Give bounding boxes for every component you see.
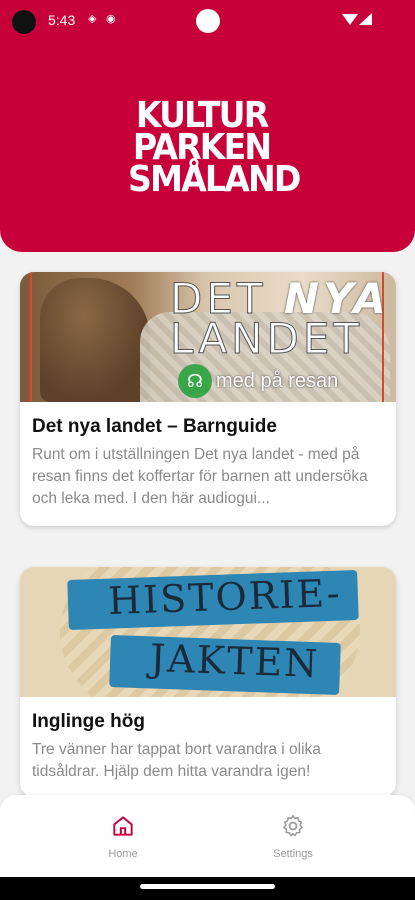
card-title: Inglinge hög (32, 711, 145, 732)
nav-item-settings[interactable]: Settings (253, 813, 333, 860)
app-header: 5:43 ◈ ◉ KULTUR PARKEN SMÅLAND (0, 0, 415, 252)
gesture-handle[interactable] (140, 884, 275, 889)
card-image: HISTORIE- JAKTEN (20, 567, 396, 697)
kulturparken-logo: KULTUR PARKEN SMÅLAND (128, 95, 301, 200)
home-icon (113, 816, 133, 836)
image-title-line1: HISTORIE- (107, 570, 343, 624)
card-image: DET NYA LANDET ☊ med på resan (20, 272, 396, 402)
image-subtitle: med på resan (216, 370, 339, 392)
nav-label-home: Home (108, 848, 138, 860)
nav-label-settings: Settings (273, 848, 313, 860)
image-title-line2: LANDET (169, 314, 364, 364)
guide-card-det-nya-landet[interactable]: DET NYA LANDET ☊ med på resan Det nya la… (20, 272, 396, 526)
illustration-person (40, 278, 150, 402)
headphones-icon: ☊ (178, 364, 212, 398)
card-description: Tre vänner har tappat bort varandra i ol… (32, 741, 321, 780)
nav-item-home[interactable]: Home (83, 813, 163, 860)
status-bar: 5:43 ◈ ◉ (0, 0, 415, 40)
guide-card-inglinge-hog[interactable]: HISTORIE- JAKTEN Inglinge hög Tre vänner… (20, 567, 396, 797)
camera-cutout (12, 10, 36, 34)
signal-icon (359, 13, 372, 25)
front-camera (196, 9, 220, 33)
gear-icon (283, 814, 303, 837)
nfc-icon: ◈ (88, 13, 97, 25)
location-icon: ◉ (106, 13, 116, 25)
image-title-line2: JAKTEN (149, 636, 321, 686)
bottom-navigation: Home Settings (0, 795, 415, 877)
card-description: Runt om i utställningen Det nya landet -… (32, 446, 368, 507)
wifi-icon (342, 14, 358, 25)
status-time: 5:43 (48, 12, 76, 28)
card-title: Det nya landet – Barnguide (32, 416, 277, 437)
